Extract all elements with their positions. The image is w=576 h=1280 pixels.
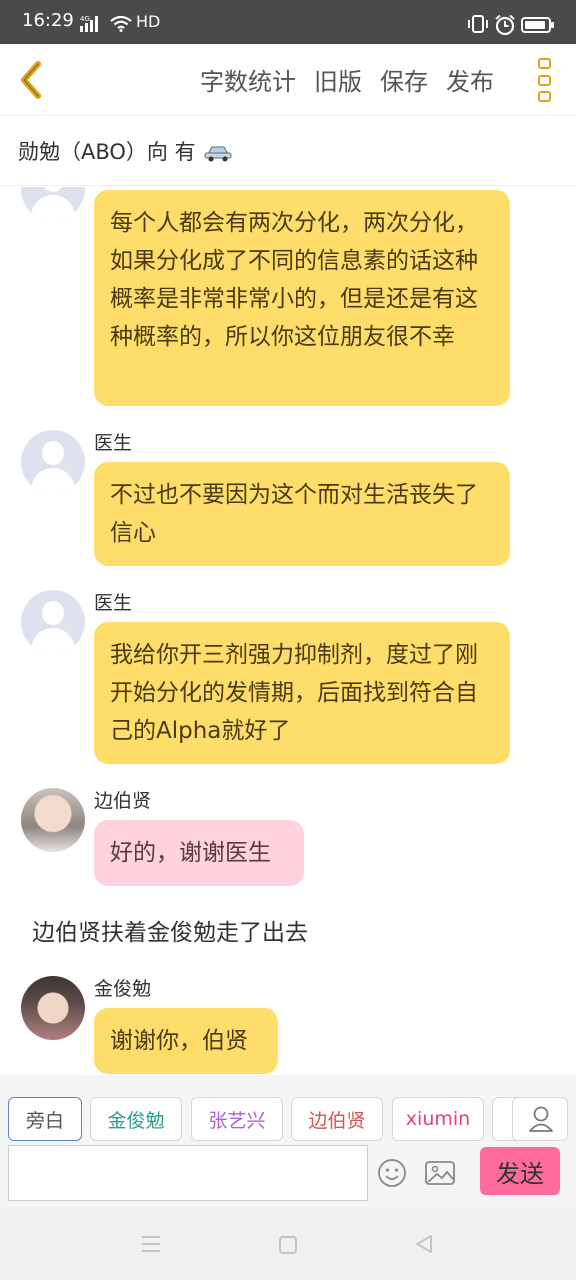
- word-count-button[interactable]: 字数统计: [200, 62, 296, 97]
- status-bar: 16:29 4G HD: [0, 0, 576, 44]
- more-dot-icon: [537, 74, 551, 86]
- more-dot-icon: [537, 58, 551, 69]
- save-button[interactable]: 保存: [380, 62, 428, 97]
- system-nav-bar: [0, 1207, 576, 1280]
- character-manage-button[interactable]: [512, 1097, 568, 1141]
- character-chip[interactable]: 张艺兴: [191, 1097, 283, 1141]
- character-selector: 旁白 金俊勉 张艺兴 边伯贤 xiumin: [0, 1075, 576, 1145]
- alarm-icon: [495, 14, 515, 36]
- hd-indicator: HD: [136, 12, 161, 31]
- narration-text[interactable]: 边伯贤扶着金俊勉走了出去: [32, 913, 308, 947]
- character-chip[interactable]: 金俊勉: [90, 1097, 182, 1141]
- vibrate-icon: [468, 15, 488, 33]
- more-menu-button[interactable]: [534, 56, 554, 104]
- status-time: 16:29: [22, 10, 74, 31]
- avatar[interactable]: [21, 788, 85, 852]
- message-bubble[interactable]: 谢谢你，伯贤: [94, 1008, 278, 1074]
- editor-header: 字数统计 旧版 保存 发布: [0, 44, 576, 116]
- car-emoji-icon: [204, 146, 232, 162]
- message-input[interactable]: [8, 1145, 368, 1201]
- wifi-icon: [110, 16, 132, 32]
- menu-icon[interactable]: [141, 1235, 161, 1253]
- cell-signal-icon: 4G: [80, 15, 98, 32]
- character-chip[interactable]: 边伯贤: [291, 1097, 383, 1141]
- speaker-name: 金俊勉: [94, 978, 152, 1000]
- message-bubble[interactable]: 不过也不要因为这个而对生活丧失了信心: [94, 462, 510, 566]
- back-triangle-icon[interactable]: [413, 1233, 435, 1255]
- header-actions: 字数统计 旧版 保存 发布: [200, 62, 494, 97]
- publish-button[interactable]: 发布: [446, 62, 494, 97]
- image-icon[interactable]: [424, 1159, 456, 1187]
- story-title: 勋勉（ABO）向 有: [18, 136, 232, 166]
- composer: 发送: [0, 1145, 576, 1207]
- speaker-name: 医生: [94, 592, 133, 614]
- avatar[interactable]: [21, 430, 85, 494]
- message-bubble[interactable]: 好的，谢谢医生: [94, 820, 304, 886]
- character-chip-narrator[interactable]: 旁白: [8, 1097, 82, 1141]
- avatar[interactable]: [21, 187, 85, 221]
- home-icon[interactable]: [278, 1235, 298, 1255]
- story-title-text: 勋勉（ABO）向 有: [18, 140, 196, 164]
- more-dot-icon: [537, 91, 551, 102]
- old-version-button[interactable]: 旧版: [314, 62, 362, 97]
- message-bubble[interactable]: 每个人都会有两次分化，两次分化，如果分化成了不同的信息素的话这种概率是非常非常小…: [94, 190, 510, 406]
- chat-area[interactable]: 每个人都会有两次分化，两次分化，如果分化成了不同的信息素的话这种概率是非常非常小…: [0, 187, 576, 1075]
- character-chip[interactable]: xiumin: [392, 1097, 484, 1141]
- avatar[interactable]: [21, 590, 85, 654]
- send-button[interactable]: 发送: [480, 1147, 560, 1195]
- story-title-bar[interactable]: 勋勉（ABO）向 有: [0, 116, 576, 186]
- person-icon: [529, 1106, 553, 1132]
- message-bubble[interactable]: 我给你开三剂强力抑制剂，度过了刚开始分化的发情期，后面找到符合自己的Alpha就…: [94, 622, 510, 764]
- avatar[interactable]: [21, 976, 85, 1040]
- back-button[interactable]: [12, 56, 56, 104]
- speaker-name: 医生: [94, 432, 133, 454]
- network-type-label: 4G: [80, 15, 90, 23]
- speaker-name: 边伯贤: [94, 790, 152, 812]
- emoji-icon[interactable]: [376, 1157, 408, 1189]
- battery-icon: [521, 17, 554, 33]
